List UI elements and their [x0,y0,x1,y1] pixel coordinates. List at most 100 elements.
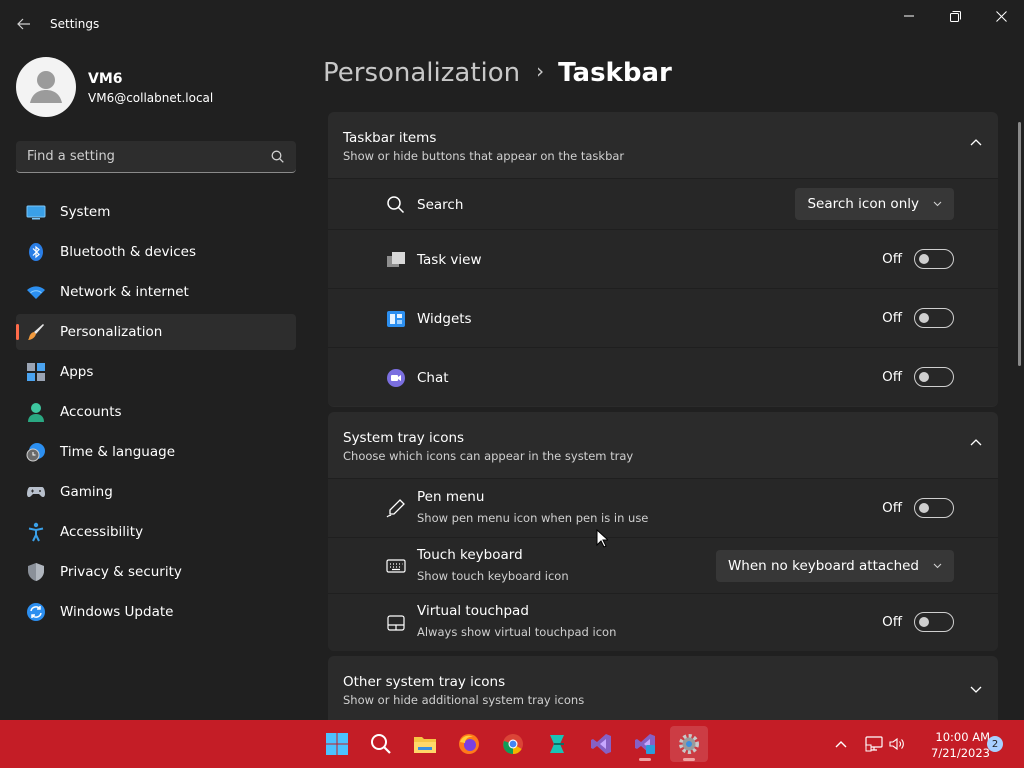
breadcrumb-separator: › [536,59,545,83]
notification-badge[interactable]: 2 [987,736,1003,752]
clock-time: 10:00 AM [935,730,990,744]
toggle-state-text: Off [882,251,902,267]
taskbar-clock[interactable]: 10:00 AM 7/21/2023 [910,729,990,761]
chevron-up-icon [970,139,982,146]
close-button[interactable] [978,0,1024,32]
taskbar-search-button[interactable] [362,726,400,762]
user-name: VM6 [88,71,123,87]
accounts-icon [28,403,44,422]
virtual-touchpad-toggle[interactable] [914,612,954,632]
chevron-up-icon [835,741,847,748]
sidebar-item-windows-update[interactable]: Windows Update [16,594,296,630]
volume-icon [889,737,904,751]
sidebar-item-label: Personalization [60,324,163,340]
section-title: System tray icons [343,430,465,446]
sidebar-item-accessibility[interactable]: Accessibility [16,514,296,550]
wifi-icon [27,286,45,299]
network-tray-button[interactable] [861,720,887,768]
toggle-state-text: Off [882,500,902,516]
taskbar: 10:00 AM 7/21/2023 [0,720,1024,768]
breadcrumb-parent[interactable]: Personalization [323,58,520,88]
sidebar-item-personalization[interactable]: Personalization [16,314,296,350]
sidebar-item-label: Windows Update [60,604,174,620]
search-icon [387,196,405,214]
setting-label: Task view [417,252,482,268]
chevron-down-icon [933,201,942,207]
pen-menu-toggle[interactable] [914,498,954,518]
taskbar-visual-studio-2[interactable] [626,726,664,762]
sidebar-item-gaming[interactable]: Gaming [16,474,296,510]
sidebar-item-privacy-security[interactable]: Privacy & security [16,554,296,590]
taskbar-app[interactable] [538,726,576,762]
running-indicator [639,758,651,761]
maximize-button[interactable] [932,0,978,32]
other-system-tray-icons-header[interactable]: Other system tray icons Show or hide add… [328,656,998,722]
sidebar-item-accounts[interactable]: Accounts [16,394,296,430]
bluetooth-icon [29,243,43,261]
apps-icon [27,363,45,381]
settings-window: Settings VM6 VM6@collabnet.local Find a … [0,0,1024,720]
task-view-toggle[interactable] [914,249,954,269]
sidebar-item-label: Accounts [60,404,122,420]
taskbar-chrome[interactable] [494,726,532,762]
search-input[interactable]: Find a setting [16,141,296,173]
settings-icon [679,734,699,754]
widgets-toggle[interactable] [914,308,954,328]
close-icon [995,10,1007,22]
search-placeholder: Find a setting [27,149,115,164]
setting-description: Always show virtual touchpad icon [417,625,617,639]
other-system-tray-icons-section[interactable]: Other system tray icons Show or hide add… [328,656,998,720]
sidebar-item-system[interactable]: System [16,194,296,230]
sidebar-item-time-language[interactable]: Time & language [16,434,296,470]
taskbar-settings[interactable] [670,726,708,762]
shield-icon [28,563,44,581]
sidebar-item-apps[interactable]: Apps [16,354,296,390]
search-mode-dropdown[interactable]: Search icon only [795,188,954,220]
section-subtitle: Show or hide additional system tray icon… [343,693,585,707]
visual-studio-icon [591,734,611,754]
start-icon [326,733,348,755]
setting-description: Show pen menu icon when pen is in use [417,511,649,525]
user-email: VM6@collabnet.local [88,91,214,105]
sidebar-item-network[interactable]: Network & internet [16,274,296,310]
avatar [16,57,76,117]
app-icon [550,735,564,753]
setting-label: Chat [417,370,449,386]
show-hidden-icons-button[interactable] [830,720,852,768]
setting-description: Show touch keyboard icon [417,569,569,583]
sidebar-item-bluetooth[interactable]: Bluetooth & devices [16,234,296,270]
system-tray-icons-section: System tray icons Choose which icons can… [328,412,998,651]
sidebar-item-label: Network & internet [60,284,189,300]
minimize-button[interactable] [886,0,932,32]
chevron-down-icon [933,563,942,569]
scrollbar-thumb[interactable] [1018,122,1021,366]
chrome-icon [503,734,523,755]
taskbar-firefox[interactable] [450,726,488,762]
title-bar: Settings [0,0,1024,48]
system-icon [26,205,46,220]
chevron-down-icon [970,686,982,693]
minimize-icon [904,15,914,17]
touch-keyboard-dropdown[interactable]: When no keyboard attached [715,550,954,582]
volume-tray-button[interactable] [886,720,908,768]
user-profile[interactable]: VM6 VM6@collabnet.local [16,57,296,117]
taskbar-start-button[interactable] [318,726,356,762]
firefox-icon [459,734,479,754]
dropdown-value: Search icon only [807,196,919,212]
chat-toggle[interactable] [914,367,954,387]
widgets-setting-row: Widgets Off [328,288,998,347]
setting-label: Virtual touchpad [417,603,529,619]
page-title: Taskbar [558,58,672,88]
taskbar-visual-studio[interactable] [582,726,620,762]
section-subtitle: Show or hide buttons that appear on the … [343,149,625,163]
taskbar-file-explorer[interactable] [406,726,444,762]
system-tray-icons-header[interactable]: System tray icons Choose which icons can… [328,412,998,478]
task-view-icon [387,252,405,267]
taskbar-items-header[interactable]: Taskbar items Show or hide buttons that … [328,112,998,178]
window-title: Settings [50,17,100,31]
sidebar-item-label: Bluetooth & devices [60,244,197,260]
chevron-up-icon [970,439,982,446]
touch-keyboard-setting-row: Touch keyboard Show touch keyboard icon … [328,537,998,593]
back-button[interactable] [10,10,38,38]
chat-icon [387,369,405,387]
